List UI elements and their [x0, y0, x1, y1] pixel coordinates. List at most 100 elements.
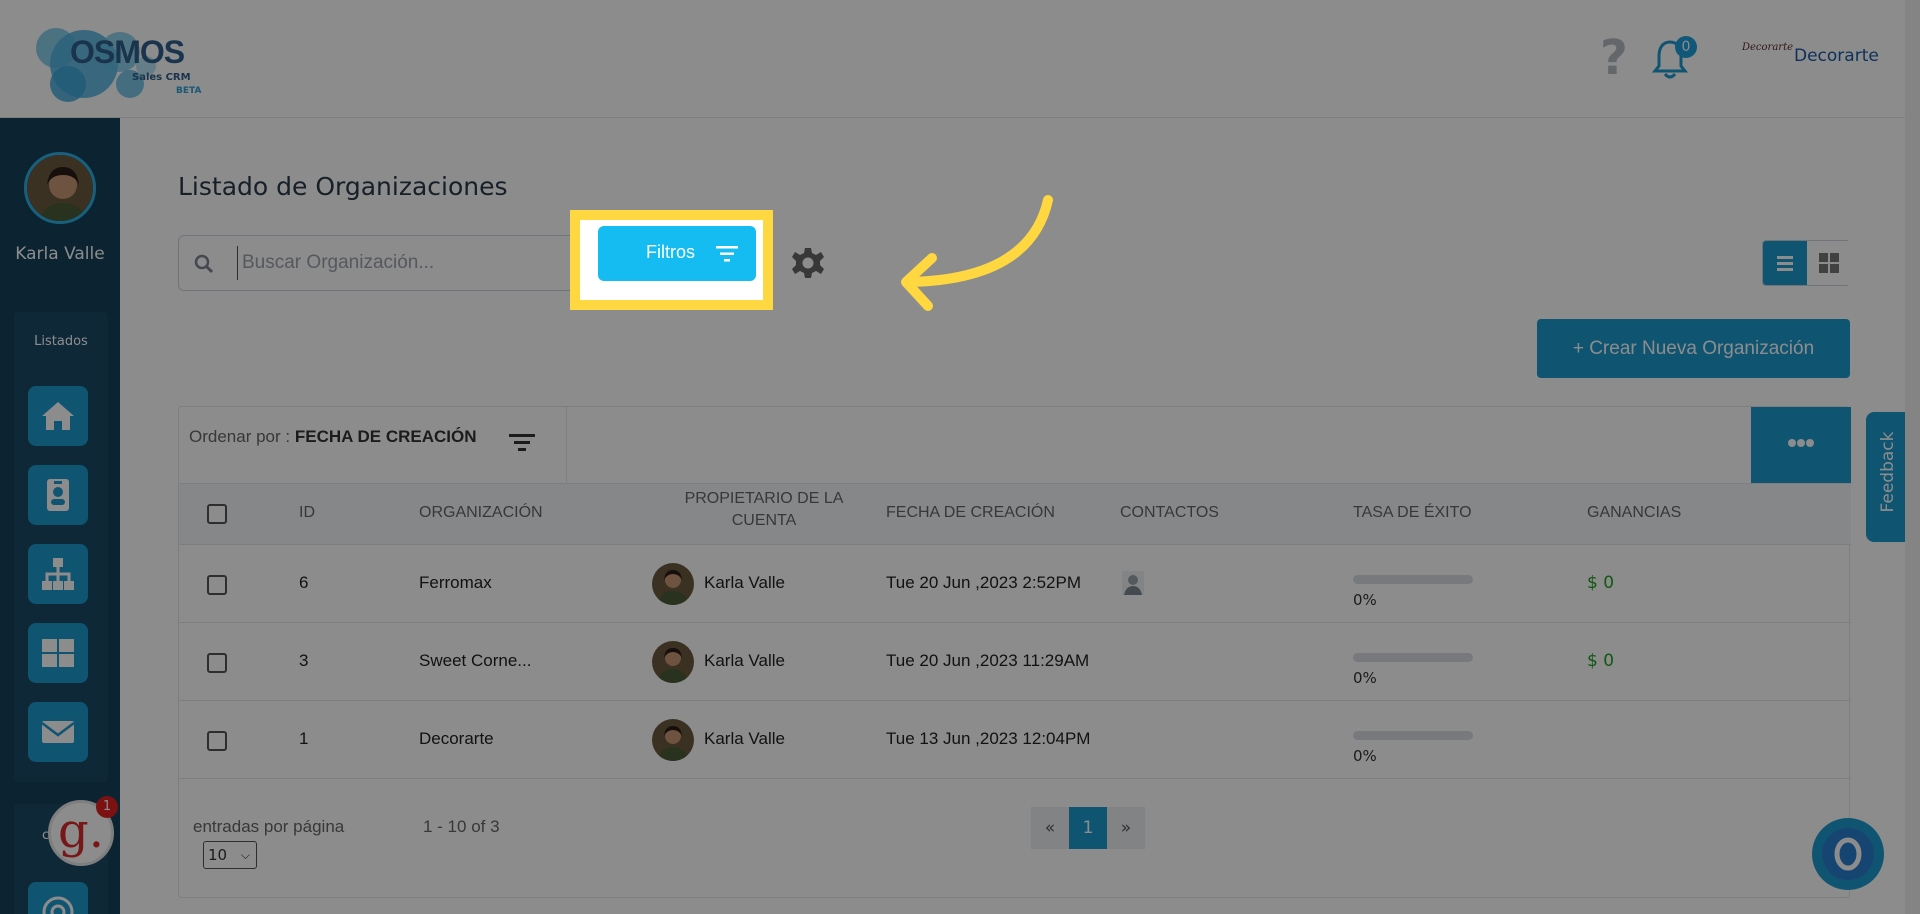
highlight-background: Filtros — [580, 220, 763, 300]
sidebar-item-organizations[interactable] — [28, 544, 88, 604]
row-checkbox[interactable] — [207, 653, 227, 673]
pagination-next[interactable]: » — [1107, 807, 1145, 849]
page-title: Listado de Organizaciones — [178, 172, 508, 201]
grid-view-button[interactable] — [1807, 241, 1851, 285]
row-organization[interactable]: Decorarte — [419, 729, 494, 749]
pagination: « 1 » — [1031, 807, 1147, 849]
chat-logo-icon — [1822, 828, 1874, 880]
settings-gear-icon[interactable] — [790, 245, 826, 281]
col-header-owner-line2: CUENTA — [731, 512, 797, 529]
row-created-date: Tue 20 Jun ,2023 2:52PM — [886, 573, 1082, 592]
col-header-earnings[interactable]: GANANCIAS — [1587, 504, 1681, 522]
owner-avatar — [652, 563, 694, 605]
row-owner[interactable]: Karla Valle — [704, 573, 785, 593]
col-header-contacts[interactable]: CONTACTOS — [1120, 504, 1219, 522]
row-id: 6 — [299, 573, 309, 592]
row-owner[interactable]: Karla Valle — [704, 651, 785, 671]
sidebar-section-listados: Listados — [14, 312, 108, 782]
org-chart-icon — [42, 558, 74, 590]
list-icon — [1777, 256, 1793, 271]
contact-card-icon — [47, 479, 69, 511]
sidebar-section-label: Listados — [34, 334, 88, 349]
app-root: OSMOS Sales CRM BETA ? 0 Decorarte Decor… — [0, 0, 1920, 914]
success-rate-bar — [1353, 653, 1473, 662]
row-id: 3 — [299, 651, 309, 670]
help-icon[interactable]: ? — [1600, 34, 1628, 82]
per-page-value: 10 — [208, 846, 228, 864]
owner-avatar — [652, 719, 694, 761]
more-dots-icon — [1788, 439, 1814, 447]
table-row[interactable]: 1 Decorarte Karla Valle Tue 13 Jun ,2023 12… — [179, 701, 1851, 779]
sort-bar[interactable]: Ordenar por : FECHA DE CREACIÓN — [179, 407, 567, 483]
tutorial-arrow-icon — [901, 195, 1053, 311]
create-organization-button[interactable]: + Crear Nueva Organización — [1537, 319, 1850, 378]
logo-beta-tag: BETA — [176, 86, 202, 96]
search-box — [178, 235, 583, 291]
table-row[interactable]: 3 Sweet Corne... Karla Valle Tue 20 Jun ,20… — [179, 623, 1851, 701]
row-success-rate: 0% — [1353, 747, 1377, 765]
sidebar-item-contacts[interactable] — [28, 465, 88, 525]
search-input[interactable] — [237, 246, 537, 280]
sidebar-item-target[interactable] — [28, 882, 88, 914]
filters-button-label: Filtros — [646, 242, 695, 262]
pagination-prev[interactable]: « — [1031, 807, 1069, 849]
row-earnings: $ 0 — [1587, 651, 1615, 671]
row-created-date: Tue 20 Jun ,2023 11:29AM — [886, 651, 1090, 670]
tutorial-highlight-box: Filtros — [570, 210, 773, 310]
search-icon — [194, 254, 214, 274]
sidebar-item-dashboard[interactable] — [28, 623, 88, 683]
home-icon — [42, 402, 74, 430]
row-id: 1 — [299, 729, 309, 748]
more-options-button[interactable] — [1751, 407, 1851, 483]
row-success-rate: 0% — [1353, 669, 1377, 687]
company-name[interactable]: Decorarte — [1794, 46, 1879, 66]
sort-value: FECHA DE CREACIÓN — [294, 427, 477, 446]
row-organization[interactable]: Sweet Corne... — [419, 651, 531, 671]
sort-prefix: Ordenar por : — [189, 427, 291, 446]
row-organization[interactable]: Ferromax — [419, 573, 492, 593]
pagination-page-1[interactable]: 1 — [1069, 807, 1107, 849]
row-checkbox[interactable] — [207, 731, 227, 751]
notification-count-badge: 0 — [1675, 36, 1697, 58]
owner-avatar — [652, 641, 694, 683]
list-view-button[interactable] — [1763, 241, 1807, 285]
sidebar-user-name: Karla Valle — [15, 244, 105, 264]
col-header-owner[interactable]: PROPIETARIO DE LA CUENTA — [679, 490, 849, 530]
filter-icon — [716, 246, 738, 262]
feedback-label: Feedback — [1878, 431, 1898, 513]
col-header-owner-line1: PROPIETARIO DE LA — [684, 490, 844, 507]
chevron-down-icon: ⌵ — [240, 848, 250, 862]
chat-widget-button[interactable] — [1812, 818, 1884, 890]
row-owner[interactable]: Karla Valle — [704, 729, 785, 749]
feedback-tab[interactable]: Feedback — [1866, 412, 1908, 542]
logo-subtitle: Sales CRM — [132, 72, 191, 83]
row-checkbox[interactable] — [207, 575, 227, 595]
sort-label: Ordenar por : FECHA DE CREACIÓN — [189, 427, 477, 447]
sidebar-item-mail[interactable] — [28, 702, 88, 762]
success-rate-bar — [1353, 575, 1473, 584]
contact-person-icon[interactable] — [1122, 571, 1144, 595]
col-header-created-date[interactable]: FECHA DE CREACIÓN — [886, 504, 1055, 522]
page-scrollbar[interactable] — [1905, 0, 1920, 914]
table-row[interactable]: 6 Ferromax Karla Valle Tue 20 Jun ,2023 2:5… — [179, 545, 1851, 623]
user-avatar[interactable] — [24, 152, 96, 224]
col-header-success-rate[interactable]: TASA DE ÉXITO — [1353, 504, 1472, 522]
select-all-checkbox[interactable] — [207, 504, 227, 524]
grid-view-icon — [1819, 253, 1839, 273]
company-logo: Decorarte — [1742, 42, 1794, 53]
sidebar-item-home[interactable] — [28, 386, 88, 446]
organizations-table: Ordenar por : FECHA DE CREACIÓN ID ORGAN… — [178, 406, 1851, 898]
g-widget-count-badge: 1 — [96, 796, 118, 818]
per-page-label: entradas por página — [193, 817, 345, 836]
sort-filter-icon[interactable] — [509, 431, 535, 453]
col-header-organization[interactable]: ORGANIZACIÓN — [419, 504, 543, 522]
view-toggle — [1762, 240, 1851, 286]
filters-button[interactable]: Filtros — [598, 226, 756, 281]
grid-icon — [42, 639, 74, 667]
col-header-id[interactable]: ID — [299, 504, 315, 522]
table-header: ID ORGANIZACIÓN PROPIETARIO DE LA CUENTA… — [179, 483, 1851, 545]
per-page-select[interactable]: 10 ⌵ — [203, 841, 257, 869]
row-success-rate: 0% — [1353, 591, 1377, 609]
osmos-logo[interactable]: OSMOS Sales CRM BETA — [28, 10, 218, 110]
target-icon — [42, 896, 74, 914]
